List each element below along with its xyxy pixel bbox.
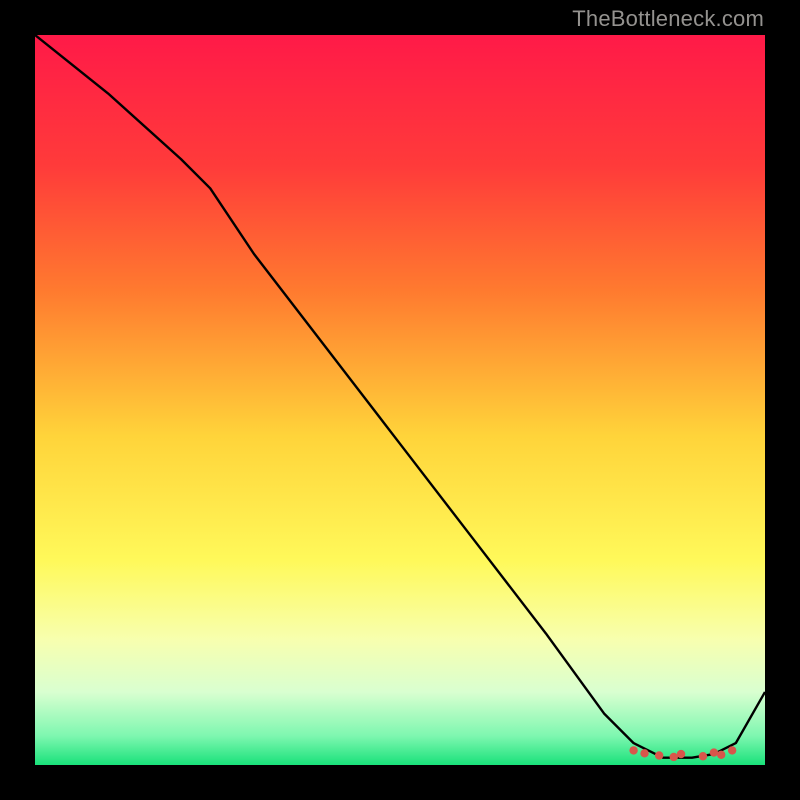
marker-dot (677, 750, 685, 758)
chart-frame: TheBottleneck.com (0, 0, 800, 800)
marker-dot (710, 748, 718, 756)
marker-dot (728, 746, 736, 754)
marker-dot (717, 751, 725, 759)
watermark-text: TheBottleneck.com (572, 6, 764, 32)
marker-dot (640, 749, 648, 757)
bottleneck-chart (35, 35, 765, 765)
gradient-background (35, 35, 765, 765)
marker-dot (655, 751, 663, 759)
marker-dot (670, 753, 678, 761)
marker-dot (629, 746, 637, 754)
marker-dot (699, 752, 707, 760)
plot-area (35, 35, 765, 765)
